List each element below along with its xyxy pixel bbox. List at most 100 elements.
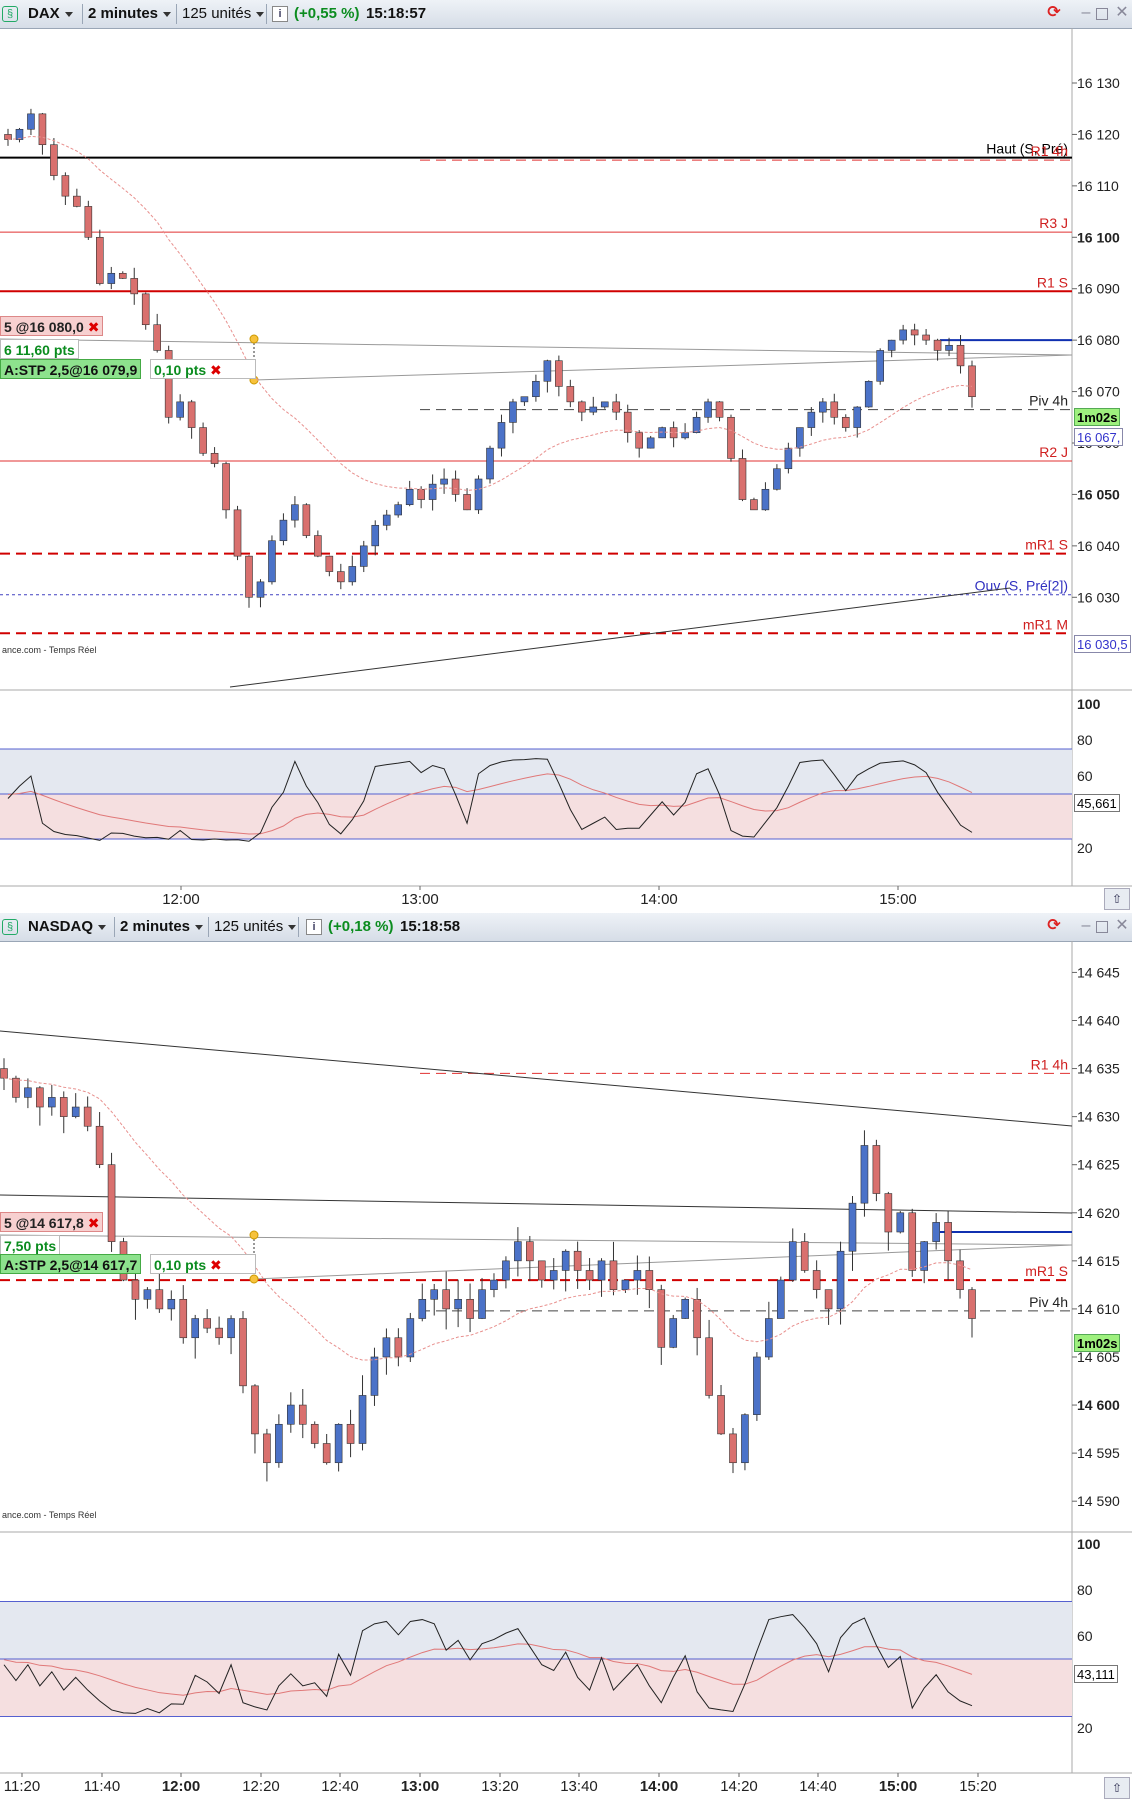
candle-body bbox=[141, 293, 150, 326]
candle-body bbox=[95, 1125, 104, 1166]
stop-step[interactable]: 0,10 pts ✖ bbox=[150, 1254, 256, 1274]
candle-body bbox=[910, 329, 919, 336]
close-icon[interactable]: ✖ bbox=[210, 362, 222, 378]
candle-body bbox=[61, 175, 70, 197]
units-selector[interactable]: 125 unités bbox=[178, 4, 266, 24]
candle-body bbox=[776, 1279, 785, 1319]
indicator-value-tag: 43,111 bbox=[1074, 1665, 1118, 1683]
candle-body bbox=[322, 1443, 331, 1464]
info-icon[interactable]: i bbox=[306, 919, 322, 935]
candle-body bbox=[428, 483, 437, 500]
time-tick-label: 12:00 bbox=[162, 891, 200, 908]
scroll-up-icon[interactable]: ⇧ bbox=[1104, 1777, 1130, 1799]
link-icon[interactable]: § bbox=[2, 6, 18, 22]
candle-body bbox=[107, 1164, 116, 1242]
close-icon[interactable]: ✖ bbox=[210, 1257, 222, 1273]
stop-step[interactable]: 0,10 pts ✖ bbox=[150, 359, 256, 379]
candle-body bbox=[466, 1298, 474, 1319]
candle-body bbox=[741, 1414, 749, 1464]
minimize-icon[interactable]: – bbox=[1078, 5, 1094, 22]
candle-body bbox=[796, 427, 804, 449]
candle-body bbox=[451, 478, 460, 495]
candle-body bbox=[442, 1289, 450, 1310]
refresh-icon[interactable]: ⟳ bbox=[1046, 918, 1062, 935]
candle-body bbox=[727, 416, 735, 459]
order-quantity: 6 11,60 pts bbox=[0, 339, 79, 359]
timeframe-label: 2 minutes bbox=[88, 5, 159, 22]
toolbar-divider bbox=[176, 4, 177, 24]
candle-body bbox=[440, 478, 448, 485]
candle-body bbox=[275, 1423, 283, 1464]
candle-body bbox=[167, 1298, 176, 1310]
link-icon[interactable]: § bbox=[2, 919, 18, 935]
maximize-icon[interactable] bbox=[1096, 921, 1108, 933]
instrument-selector[interactable]: NASDAQ bbox=[24, 917, 114, 937]
candle-body bbox=[203, 1318, 211, 1329]
dax-chart[interactable]: 16 130 16 120 16 110 16 100 16 090 16 080 16 0… bbox=[0, 28, 1132, 914]
refresh-icon[interactable]: ⟳ bbox=[1046, 5, 1062, 22]
candle-body bbox=[884, 1193, 893, 1233]
scroll-up-icon[interactable]: ⇧ bbox=[1104, 888, 1130, 910]
price-tick-label: 14 595 bbox=[1077, 1445, 1120, 1461]
candle-body bbox=[268, 540, 276, 583]
nasdaq-chart[interactable]: 14 645 14 640 14 635 14 630 14 625 14 620 14 6… bbox=[0, 941, 1132, 1800]
instrument-selector[interactable]: DAX bbox=[24, 4, 82, 24]
dax-toolbar: § DAX 2 minutes 125 unités i (+0,55 %) 1… bbox=[0, 0, 1132, 29]
candle-body bbox=[478, 1289, 486, 1319]
close-icon[interactable]: ✕ bbox=[1114, 918, 1130, 935]
candle-body bbox=[118, 272, 127, 279]
units-selector[interactable]: 125 unités bbox=[210, 917, 298, 937]
close-icon[interactable]: ✖ bbox=[88, 1215, 100, 1231]
indicator-tick-label: 20 bbox=[1077, 1720, 1093, 1736]
stop-order-label[interactable]: A:STP 2,5@14 617,7 bbox=[0, 1254, 142, 1274]
toolbar-divider bbox=[208, 917, 209, 937]
candle-body bbox=[59, 1097, 68, 1117]
candle-body bbox=[73, 195, 81, 207]
minimize-icon[interactable]: – bbox=[1078, 918, 1094, 935]
close-icon[interactable]: ✕ bbox=[1114, 5, 1130, 22]
info-icon[interactable]: i bbox=[272, 6, 288, 22]
candle-body bbox=[520, 396, 529, 403]
indicator-tick-label: 60 bbox=[1077, 768, 1093, 784]
candle-body bbox=[417, 488, 425, 500]
candle-body bbox=[876, 350, 884, 382]
candle-body bbox=[872, 1145, 881, 1194]
close-icon[interactable]: ✖ bbox=[88, 319, 100, 335]
clock-time: 15:18:58 bbox=[400, 918, 461, 935]
time-tick-label: 13:20 bbox=[481, 1778, 519, 1795]
candle-body bbox=[853, 406, 862, 428]
candle-body bbox=[578, 401, 586, 413]
candle-body bbox=[922, 334, 930, 341]
candle-body bbox=[314, 535, 322, 557]
time-tick-label: 15:20 bbox=[959, 1778, 997, 1795]
candle-body bbox=[715, 401, 724, 418]
candle-body bbox=[514, 1241, 522, 1262]
candle-body bbox=[36, 1087, 44, 1108]
stop-order-price[interactable]: 5 @14 617,8 ✖ bbox=[0, 1212, 104, 1232]
candle-body bbox=[287, 1404, 295, 1425]
stop-order-price[interactable]: 5 @16 080,0 ✖ bbox=[0, 316, 104, 336]
units-label: 125 unités bbox=[214, 918, 284, 935]
timeframe-selector[interactable]: 2 minutes bbox=[84, 4, 176, 24]
candle-body bbox=[738, 458, 747, 500]
candle-body bbox=[537, 1260, 546, 1281]
toolbar-divider bbox=[298, 917, 299, 937]
candle-body bbox=[48, 1097, 56, 1108]
open-tag: 16 030,5 bbox=[1074, 635, 1131, 653]
timeframe-selector[interactable]: 2 minutes bbox=[116, 917, 208, 937]
candle-body bbox=[71, 1106, 80, 1117]
candle-body bbox=[830, 401, 839, 418]
candle-body bbox=[800, 1241, 809, 1271]
time-tick-label: 15:00 bbox=[879, 1778, 917, 1795]
stop-order-label[interactable]: A:STP 2,5@16 079,9 bbox=[0, 359, 142, 379]
time-tick-label: 14:00 bbox=[640, 1778, 678, 1795]
candle-body bbox=[532, 380, 540, 398]
time-tick-label: 13:40 bbox=[560, 1778, 598, 1795]
candle-body bbox=[107, 272, 116, 284]
maximize-icon[interactable] bbox=[1096, 8, 1108, 20]
candle-body bbox=[612, 401, 621, 413]
moving-average-line bbox=[7, 135, 973, 491]
price-tick-label: 14 635 bbox=[1077, 1061, 1120, 1077]
candle-body bbox=[836, 1250, 845, 1310]
candle-body bbox=[371, 524, 380, 547]
